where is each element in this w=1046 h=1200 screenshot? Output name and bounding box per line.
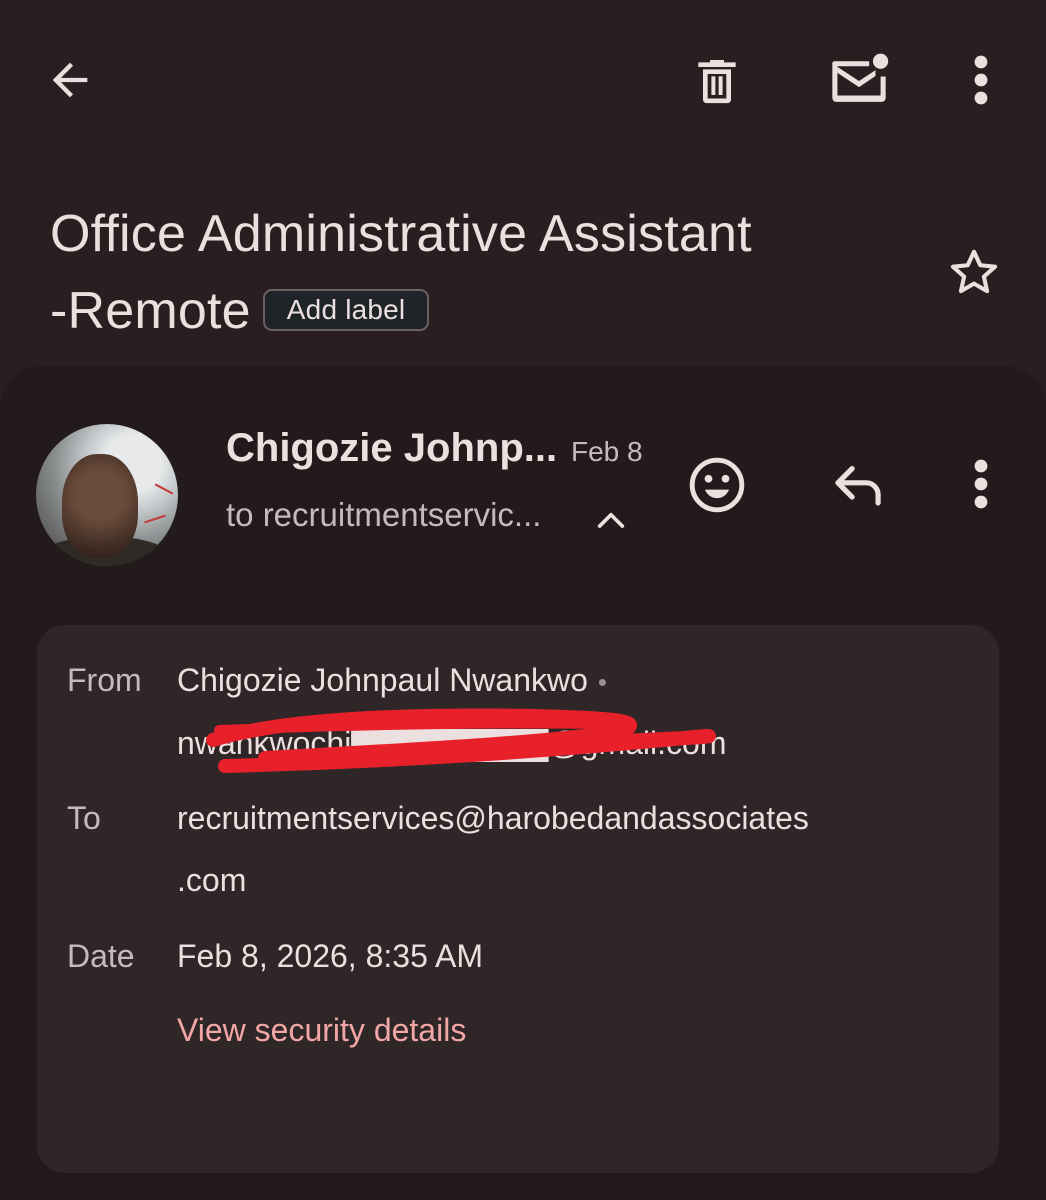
to-address-line-1[interactable]: recruitmentservices@harobedandassociates	[177, 800, 809, 837]
star-outline-icon	[950, 249, 998, 294]
date-label: Date	[67, 938, 135, 974]
recipient-summary[interactable]: to recruitmentservic...	[226, 496, 541, 534]
email-subject: Office Administrative Assistant -Remote A…	[50, 196, 910, 350]
subject-line-2: -Remote Add label	[50, 273, 910, 350]
subject-line-1: Office Administrative Assistant	[50, 205, 752, 263]
star-button[interactable]	[944, 244, 1004, 307]
to-label: To	[67, 800, 101, 836]
avatar-face	[62, 454, 138, 558]
more-options-button[interactable]	[956, 50, 1006, 110]
arrow-left-icon	[52, 62, 88, 98]
avatar[interactable]	[36, 424, 178, 566]
sender-name[interactable]: Chigozie Johnp...	[226, 426, 557, 471]
back-button[interactable]	[40, 50, 100, 110]
trash-icon	[698, 60, 736, 104]
subject-line-2-text: -Remote	[50, 282, 251, 340]
from-name-text: Chigozie Johnpaul Nwankwo	[177, 662, 588, 698]
chevron-up-icon	[597, 512, 625, 528]
reply-icon	[835, 466, 881, 506]
from-email[interactable]: nwankwochi▇▇▇▇▇▇▇▇@gmail.com	[177, 724, 726, 762]
add-label-chip[interactable]: Add label	[262, 289, 430, 332]
more-vertical-icon	[974, 459, 988, 509]
avatar-detail	[154, 483, 174, 495]
avatar-detail	[144, 514, 166, 524]
mark-unread-button[interactable]	[824, 46, 894, 112]
separator-dot: •	[597, 667, 608, 698]
more-vertical-icon	[974, 55, 988, 105]
email-view: Office Administrative Assistant -Remote A…	[0, 0, 1046, 1200]
mail-unread-icon	[832, 53, 889, 102]
collapse-details-button[interactable]	[594, 506, 628, 537]
from-name: Chigozie Johnpaul Nwankwo •	[177, 662, 607, 699]
top-toolbar	[0, 0, 1046, 160]
delete-button[interactable]	[684, 48, 750, 114]
view-security-details-link[interactable]: View security details	[177, 1012, 466, 1049]
date-value: Feb 8, 2026, 8:35 AM	[177, 938, 483, 974]
reply-button[interactable]	[828, 458, 888, 515]
message-date: Feb 8	[571, 436, 643, 467]
to-address-line-2[interactable]: .com	[177, 862, 246, 899]
message-more-button[interactable]	[972, 458, 990, 515]
emoji-reaction-button[interactable]	[686, 454, 748, 521]
from-label: From	[67, 662, 142, 698]
message-details-panel	[37, 625, 999, 1173]
emoji-reaction-icon	[689, 457, 745, 513]
